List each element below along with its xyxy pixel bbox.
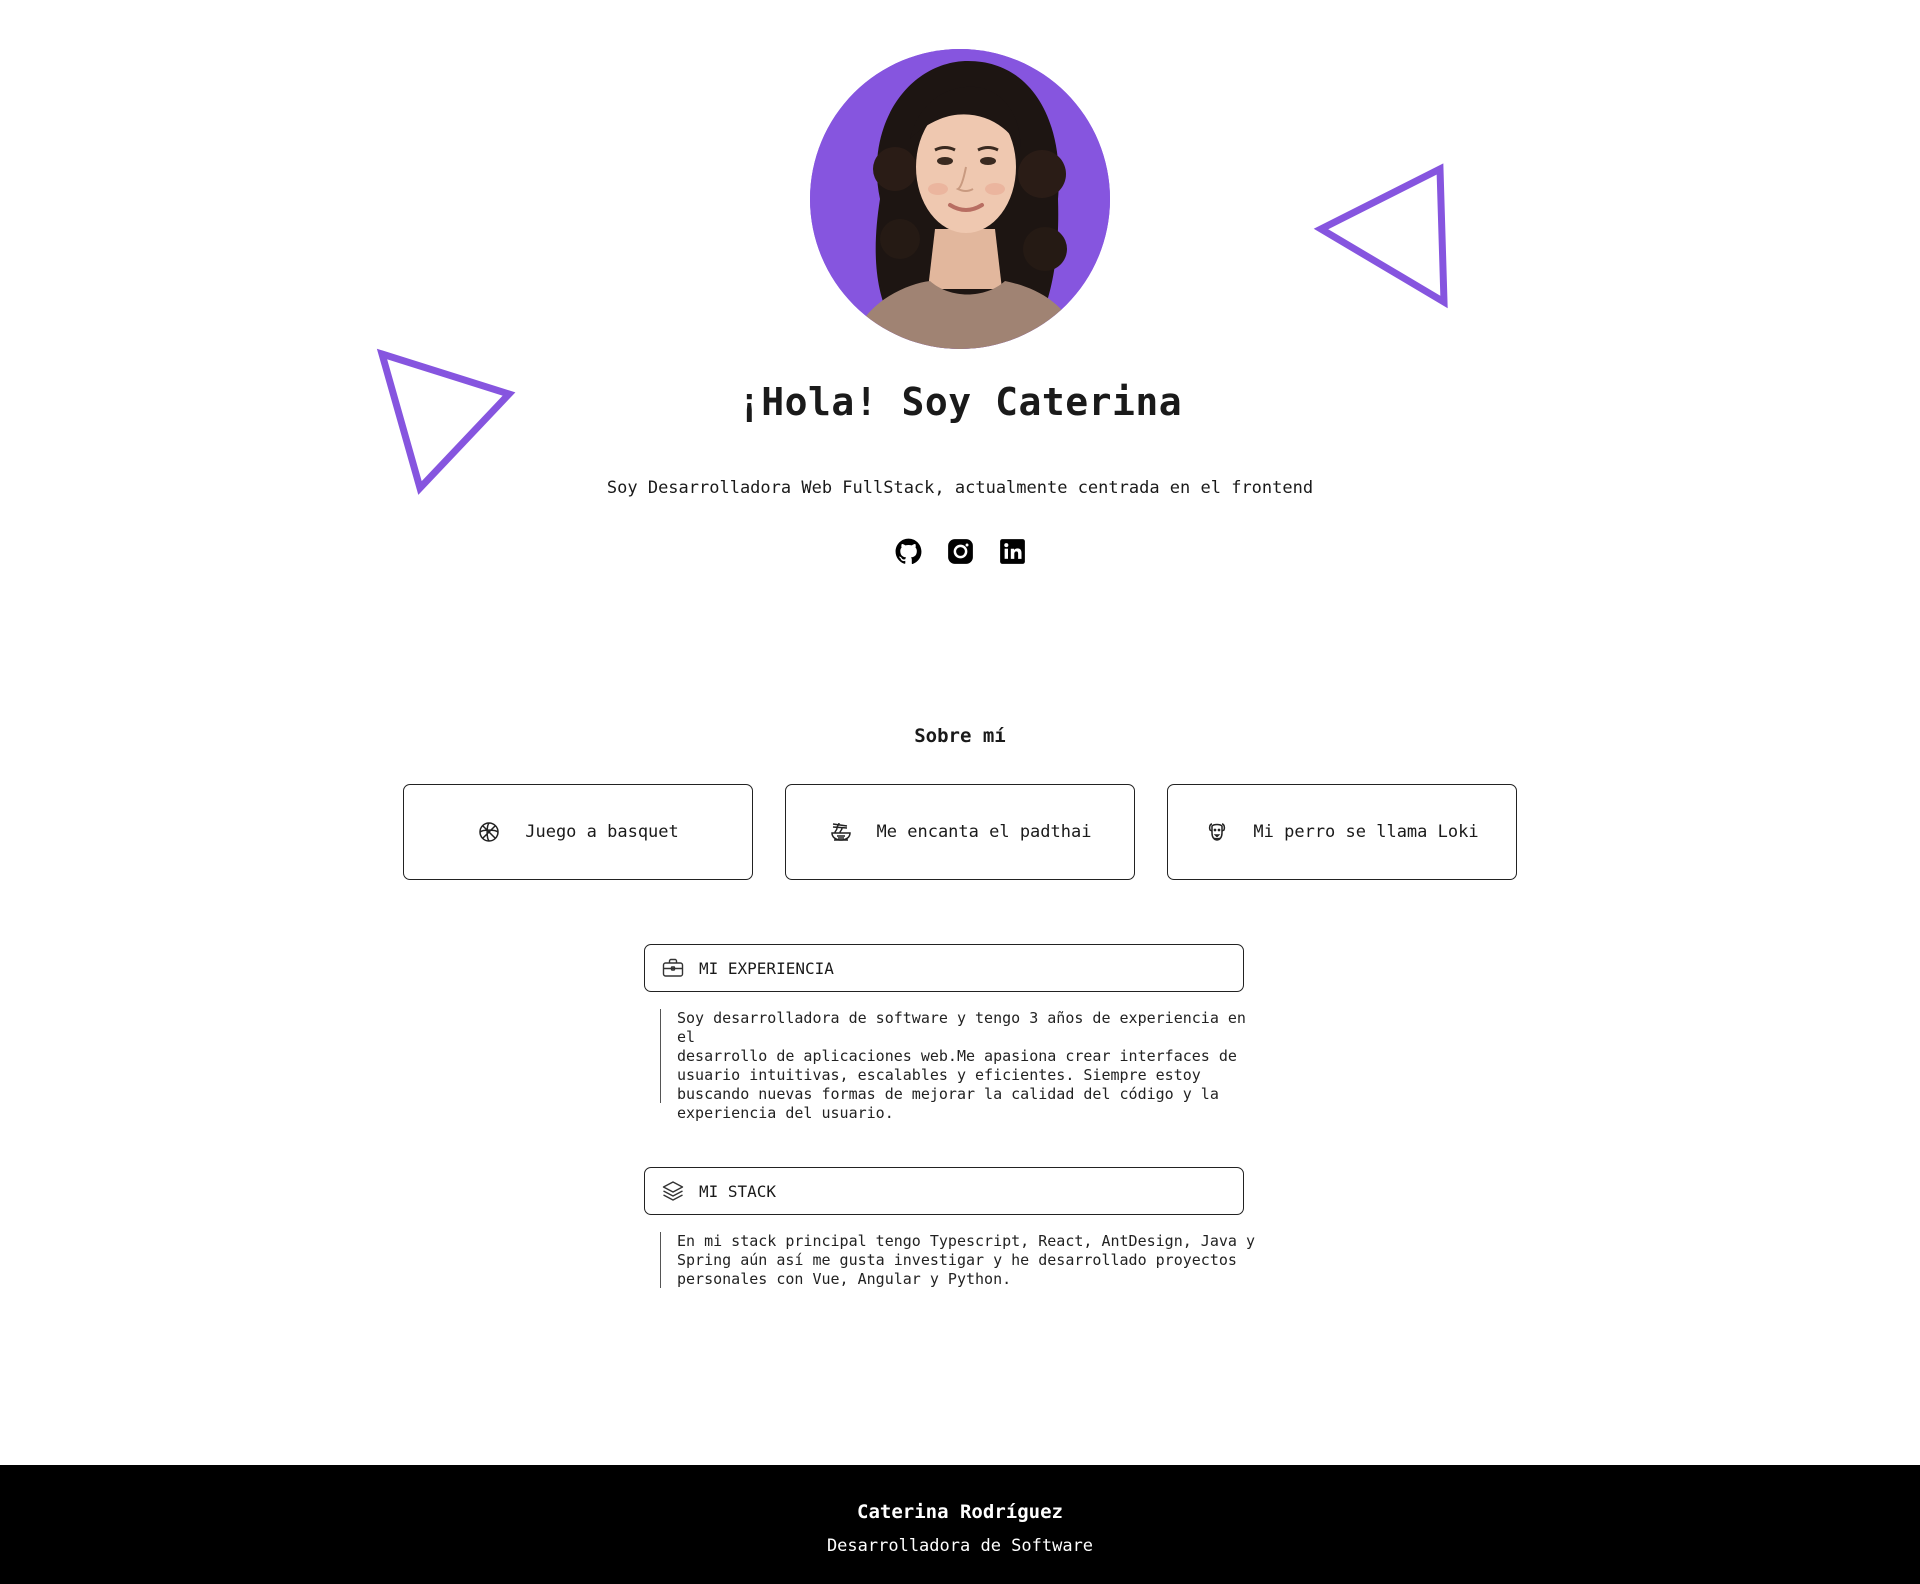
github-link[interactable] bbox=[895, 538, 922, 565]
footer-role: Desarrolladora de Software bbox=[826, 1536, 1094, 1556]
hero-subtitle: Soy Desarrolladora Web FullStack, actual… bbox=[606, 478, 1314, 498]
stack-header[interactable]: MI STACK bbox=[644, 1167, 1244, 1215]
dog-icon bbox=[1205, 820, 1229, 844]
linkedin-link[interactable] bbox=[999, 538, 1026, 565]
layers-icon bbox=[661, 1179, 685, 1203]
briefcase-icon bbox=[661, 956, 685, 980]
experience-title: MI EXPERIENCIA bbox=[699, 958, 834, 978]
about-card-label: Me encanta el padthai bbox=[876, 822, 1092, 842]
about-card-padthai: Me encanta el padthai bbox=[785, 784, 1135, 880]
profile-photo bbox=[810, 49, 1110, 349]
experience-text: Soy desarrolladora de software y tengo 3… bbox=[660, 1009, 1260, 1122]
triangle-decoration-right bbox=[1310, 160, 1470, 310]
about-card-label: Mi perro se llama Loki bbox=[1253, 822, 1479, 842]
noodles-icon bbox=[829, 820, 853, 844]
linkedin-icon bbox=[999, 539, 1025, 564]
page-title: ¡Hola! Soy Caterina bbox=[737, 380, 1183, 424]
instagram-link[interactable] bbox=[947, 538, 974, 565]
profile-avatar bbox=[810, 49, 1110, 349]
footer: Caterina Rodríguez Desarrolladora de Sof… bbox=[0, 1465, 1920, 1584]
stack-title: MI STACK bbox=[699, 1181, 777, 1201]
stack-text: En mi stack principal tengo Typescript, … bbox=[660, 1232, 1260, 1288]
social-links bbox=[0, 538, 1920, 565]
about-cards: Juego a basquet Me encanta el padthai Mi… bbox=[403, 784, 1517, 880]
about-card-label: Juego a basquet bbox=[525, 822, 679, 842]
experience-header[interactable]: MI EXPERIENCIA bbox=[644, 944, 1244, 992]
github-icon bbox=[895, 538, 921, 564]
basketball-icon bbox=[477, 820, 501, 844]
instagram-icon bbox=[947, 539, 973, 564]
about-card-dog: Mi perro se llama Loki bbox=[1167, 784, 1517, 880]
footer-name: Caterina Rodríguez bbox=[857, 1501, 1063, 1523]
about-card-basketball: Juego a basquet bbox=[403, 784, 753, 880]
about-title: Sobre mí bbox=[914, 725, 1006, 747]
